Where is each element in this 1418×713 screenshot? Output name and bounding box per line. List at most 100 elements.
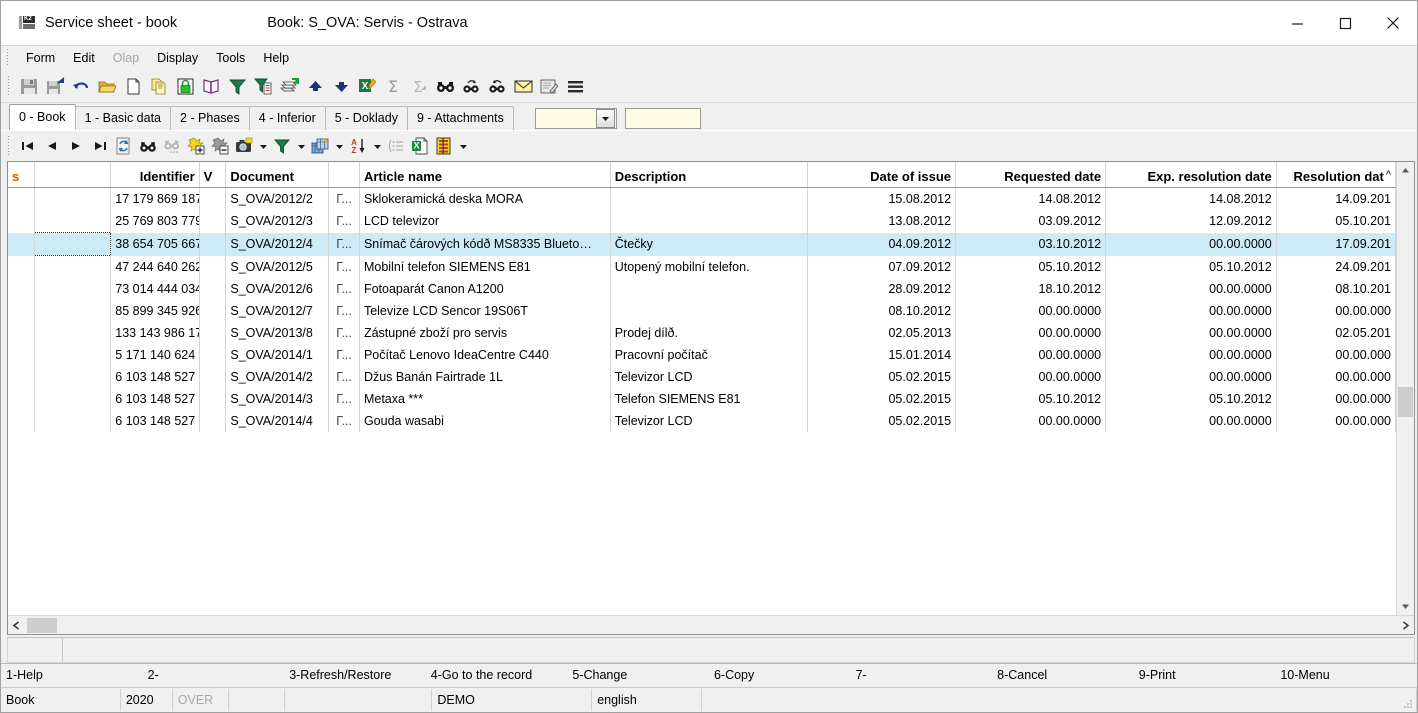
cell-identifier[interactable]: 25 769 803 779 <box>110 210 200 233</box>
horizontal-scroll-track[interactable] <box>25 617 1397 634</box>
tab-2-phases[interactable]: 2 - Phases <box>170 106 250 130</box>
list-icon[interactable] <box>384 134 408 158</box>
notes-icon[interactable] <box>536 73 562 99</box>
cell-requested-date[interactable]: 03.09.2012 <box>955 210 1107 233</box>
snapshot-icon[interactable] <box>232 134 256 158</box>
cell-description[interactable] <box>610 300 809 322</box>
mail-icon[interactable] <box>510 73 536 99</box>
cell-description[interactable] <box>610 187 809 210</box>
cell-article-name[interactable]: Fotoaparát Canon A1200 <box>359 278 611 300</box>
cell-date-of-issue[interactable]: 15.08.2012 <box>807 187 957 210</box>
cell-document[interactable]: S_OVA/2012/3 <box>225 210 330 233</box>
column-header-identifier[interactable]: Identifier <box>110 162 200 188</box>
cell-description[interactable]: Pracovní počítač <box>610 344 809 366</box>
cell-description[interactable]: Utopený mobilní telefon. <box>610 255 809 278</box>
horizontal-scrollbar[interactable] <box>8 615 1414 634</box>
cell-exp-resolution-date[interactable]: 00.00.0000 <box>1105 344 1277 366</box>
cell-doctype[interactable]: Г... <box>328 344 360 366</box>
cell-identifier[interactable]: 133 143 986 177 <box>110 322 200 344</box>
cell-v[interactable] <box>199 300 227 322</box>
cell-date-of-issue[interactable]: 05.02.2015 <box>807 366 957 388</box>
function-key-1[interactable]: 1-Help <box>1 664 143 687</box>
cell-row-selector[interactable] <box>34 210 112 233</box>
table-row[interactable]: 47 244 640 262 S_OVA/2012/5 Г... Mobilní te… <box>8 255 1396 278</box>
cell-identifier[interactable]: 38 654 705 667 <box>110 232 200 256</box>
cell-description[interactable] <box>610 210 809 233</box>
cell-resolution-date[interactable]: 00.00.000 <box>1276 344 1396 366</box>
cell-description[interactable]: Televizor LCD <box>610 366 809 388</box>
cell-v[interactable] <box>199 187 227 210</box>
cell-s[interactable] <box>8 187 36 210</box>
sum-subtotal-icon[interactable]: Σ <box>406 73 432 99</box>
cell-exp-resolution-date[interactable]: 00.00.0000 <box>1105 278 1277 300</box>
tab-4-inferior[interactable]: 4 - Inferior <box>248 106 326 130</box>
previous-record-icon[interactable] <box>40 134 64 158</box>
cell-identifier[interactable]: 6 103 148 527 628 <box>110 410 200 432</box>
cell-v[interactable] <box>199 388 227 410</box>
cell-article-name[interactable]: Sklokeramická deska MORA <box>359 187 611 210</box>
cell-doctype[interactable]: Г... <box>328 300 360 322</box>
cell-row-selector[interactable] <box>34 255 112 278</box>
export-excel-icon[interactable]: X <box>354 73 380 99</box>
filter-icon[interactable] <box>270 134 294 158</box>
scroll-left-button[interactable] <box>8 617 25 634</box>
cell-description[interactable]: Telefon SIEMENS E81 <box>610 388 809 410</box>
cell-identifier[interactable]: 85 899 345 926 <box>110 300 200 322</box>
cell-date-of-issue[interactable]: 02.05.2013 <box>807 322 957 344</box>
cell-row-selector[interactable] <box>34 410 112 432</box>
column-header-s[interactable]: s <box>8 162 36 188</box>
cell-resolution-date[interactable]: 17.09.201 <box>1276 232 1396 256</box>
sort-dropdown-icon[interactable] <box>370 134 384 158</box>
cell-exp-resolution-date[interactable]: 00.00.0000 <box>1105 410 1277 432</box>
cell-article-name[interactable]: Metaxa *** <box>359 388 611 410</box>
cell-article-name[interactable]: LCD televizor <box>359 210 611 233</box>
cell-date-of-issue[interactable]: 05.02.2015 <box>807 410 957 432</box>
table-row[interactable]: 38 654 705 667 S_OVA/2012/4 Г... Snímač čár… <box>8 232 1396 256</box>
cell-date-of-issue[interactable]: 13.08.2012 <box>807 210 957 233</box>
cell-row-selector[interactable] <box>34 187 112 210</box>
cell-article-name[interactable]: Mobilní telefon SIEMENS E81 <box>359 255 611 278</box>
cell-row-selector[interactable] <box>34 344 112 366</box>
cell-resolution-date[interactable]: 14.09.201 <box>1276 187 1396 210</box>
maximize-icon[interactable] <box>1321 1 1369 45</box>
cell-identifier[interactable]: 17 179 869 187 <box>110 187 200 210</box>
menu-lines-icon[interactable] <box>562 73 588 99</box>
cell-requested-date[interactable]: 14.08.2012 <box>955 187 1107 210</box>
undo-icon[interactable] <box>68 73 94 99</box>
filter-icon[interactable] <box>224 73 250 99</box>
sort-az-icon[interactable]: AZ <box>346 134 370 158</box>
cell-s[interactable] <box>8 278 36 300</box>
cell-article-name[interactable]: Džus Banán Fairtrade 1L <box>359 366 611 388</box>
function-key-2[interactable]: 2- <box>143 664 285 687</box>
cell-identifier[interactable]: 47 244 640 262 <box>110 255 200 278</box>
sum-icon[interactable]: Σ <box>380 73 406 99</box>
column-header-v[interactable]: V <box>199 162 227 188</box>
cell-v[interactable] <box>199 255 227 278</box>
vertical-scroll-thumb[interactable] <box>1398 387 1413 417</box>
cell-document[interactable]: S_OVA/2014/1 <box>225 344 330 366</box>
cell-v[interactable] <box>199 232 227 256</box>
cell-article-name[interactable]: Televize LCD Sencor 19S06T <box>359 300 611 322</box>
cell-resolution-date[interactable]: 24.09.201 <box>1276 255 1396 278</box>
save-icon[interactable] <box>16 73 42 99</box>
find-next-icon[interactable] <box>458 73 484 99</box>
cell-description[interactable]: Prodej dílð. <box>610 322 809 344</box>
tab-1-basic-data[interactable]: 1 - Basic data <box>74 106 171 130</box>
chevron-down-icon[interactable] <box>595 109 615 128</box>
cell-s[interactable] <box>8 255 36 278</box>
cell-exp-resolution-date[interactable]: 14.08.2012 <box>1105 187 1277 210</box>
toolbar-grip[interactable] <box>5 75 12 97</box>
cell-v[interactable] <box>199 278 227 300</box>
cell-row-selector[interactable] <box>34 232 112 256</box>
cell-exp-resolution-date[interactable]: 12.09.2012 <box>1105 210 1277 233</box>
cell-s[interactable] <box>8 232 36 256</box>
cell-doctype[interactable]: Г... <box>328 322 360 344</box>
book-icon[interactable] <box>198 73 224 99</box>
cell-requested-date[interactable]: 05.10.2012 <box>955 388 1107 410</box>
function-key-10[interactable]: 10-Menu <box>1275 664 1417 687</box>
add-record-icon[interactable] <box>184 134 208 158</box>
vertical-scroll-track[interactable] <box>1397 179 1414 598</box>
cell-document[interactable]: S_OVA/2014/2 <box>225 366 330 388</box>
column-header-exp-resolution-date[interactable]: Exp. resolution date <box>1105 162 1277 188</box>
first-record-icon[interactable] <box>16 134 40 158</box>
